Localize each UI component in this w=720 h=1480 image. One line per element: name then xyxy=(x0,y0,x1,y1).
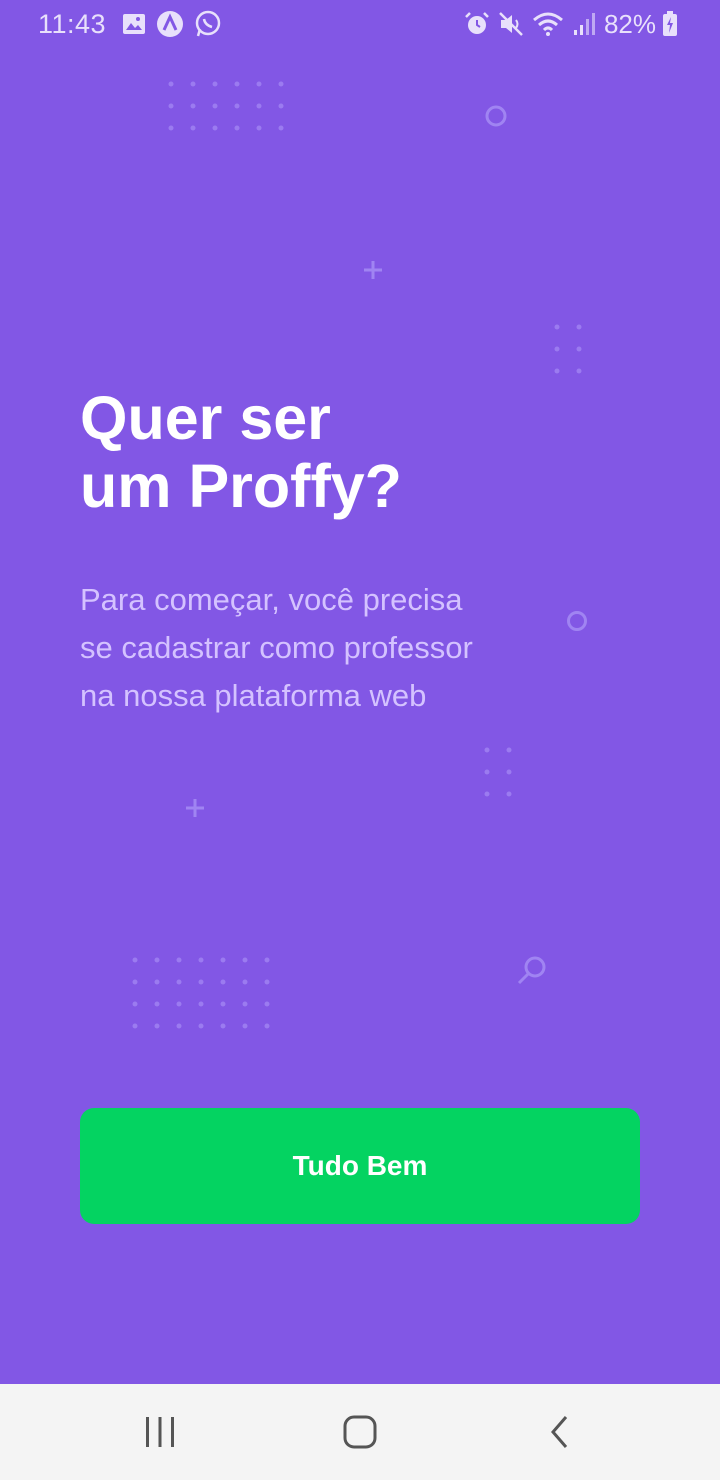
page-description: Para começar, você precisa se cadastrar … xyxy=(80,576,600,720)
navigation-bar xyxy=(0,1384,720,1480)
battery-charging-icon xyxy=(662,11,678,37)
dot-grid-top xyxy=(168,81,284,131)
recent-apps-button[interactable] xyxy=(110,1392,210,1472)
title-line: Quer ser xyxy=(80,384,331,452)
magnifier-deco xyxy=(517,956,546,985)
home-icon xyxy=(343,1415,377,1449)
description-line: se cadastrar como professor xyxy=(80,630,473,665)
wifi-icon xyxy=(532,11,564,37)
plus-deco xyxy=(186,799,204,817)
status-bar: 11:43 82% xyxy=(0,0,720,48)
recent-apps-icon xyxy=(146,1417,174,1447)
dot-grid-middle xyxy=(484,747,512,797)
description-line: na nossa plataforma web xyxy=(80,678,427,713)
back-button[interactable] xyxy=(510,1392,610,1472)
ring-deco xyxy=(485,105,507,127)
status-left: 11:43 xyxy=(38,9,232,40)
ok-button[interactable]: Tudo Bem xyxy=(80,1108,640,1224)
title-line: um Proffy? xyxy=(80,452,402,520)
signal-icon xyxy=(572,12,596,36)
dot-grid-right xyxy=(554,324,582,374)
home-button[interactable] xyxy=(310,1392,410,1472)
status-time: 11:43 xyxy=(38,8,107,39)
back-icon xyxy=(551,1416,568,1448)
gallery-icon xyxy=(122,12,146,36)
whatsapp-icon xyxy=(194,10,222,38)
battery-percent: 82% xyxy=(603,8,656,39)
alarm-icon xyxy=(464,11,490,37)
dot-grid-bottom xyxy=(132,957,270,1029)
status-right: 82% xyxy=(464,9,686,40)
plus-deco xyxy=(364,261,382,279)
page-title: Quer ser um Proffy? xyxy=(80,384,600,520)
mute-icon xyxy=(498,11,524,37)
app-icon xyxy=(156,10,184,38)
description-line: Para começar, você precisa xyxy=(80,582,463,617)
